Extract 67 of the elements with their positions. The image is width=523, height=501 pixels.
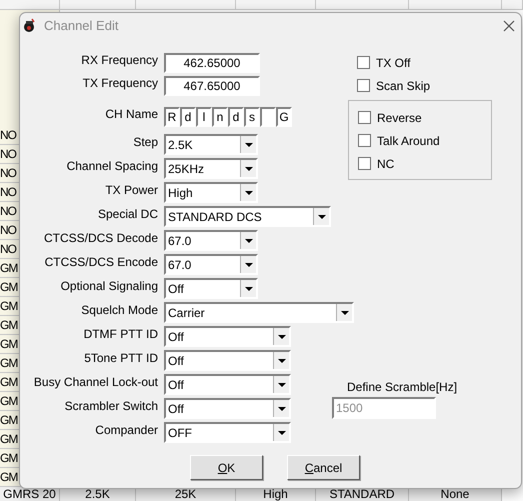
- dropdown-arrow-icon[interactable]: [244, 142, 252, 146]
- dropdown-arrow-icon[interactable]: [244, 238, 252, 242]
- dropdown[interactable]: Off: [164, 350, 291, 371]
- dropdown[interactable]: 25KHz: [164, 158, 258, 179]
- dropdown-arrow-icon[interactable]: [278, 430, 286, 434]
- checkbox-label: Scan Skip: [376, 78, 430, 94]
- character-field[interactable]: d: [228, 107, 244, 127]
- field-label: Step: [132, 134, 159, 151]
- dropdown-arrow-icon[interactable]: [278, 382, 286, 386]
- checkbox[interactable]: [357, 56, 370, 69]
- window-title: Channel Edit: [44, 16, 120, 35]
- dropdown[interactable]: 67.0: [164, 230, 258, 251]
- checkbox[interactable]: [358, 134, 371, 147]
- checkbox[interactable]: [358, 111, 371, 124]
- dropdown[interactable]: Off: [164, 374, 291, 395]
- dropdown-arrow-icon[interactable]: [244, 262, 252, 266]
- dropdown[interactable]: High: [164, 182, 258, 203]
- dropdown-arrow-icon[interactable]: [244, 286, 252, 290]
- dropdown[interactable]: Off: [164, 326, 291, 347]
- dropdown-arrow-icon[interactable]: [318, 214, 326, 218]
- character-field[interactable]: d: [180, 107, 196, 127]
- dropdown[interactable]: STANDARD DCS: [164, 206, 331, 227]
- dropdown-arrow-icon[interactable]: [244, 190, 252, 194]
- dropdown-arrow-icon[interactable]: [278, 358, 286, 362]
- dropdown-arrow-icon[interactable]: [278, 334, 286, 338]
- dropdown[interactable]: 67.0: [164, 254, 258, 275]
- character-field[interactable]: R: [164, 107, 180, 127]
- text-field[interactable]: 462.65000: [164, 53, 260, 73]
- character-field[interactable]: n: [212, 107, 228, 127]
- field-label: RX Frequency: [80, 52, 159, 69]
- field-label: Special DC: [96, 206, 159, 223]
- checkbox[interactable]: [358, 157, 371, 170]
- checkbox-label: NC: [377, 156, 394, 172]
- dropdown-arrow-icon[interactable]: [278, 406, 286, 410]
- field-label: Channel Spacing: [66, 158, 159, 175]
- field-label: DTMF PTT ID: [82, 326, 159, 343]
- field-label: Define Scramble[Hz]: [347, 379, 458, 396]
- field-label: TX Power: [104, 182, 159, 199]
- field-label: CH Name: [104, 106, 159, 123]
- checkbox[interactable]: [357, 79, 370, 92]
- close-icon[interactable]: [503, 20, 515, 32]
- checkbox-label: Reverse: [377, 110, 422, 126]
- checkbox-label: Talk Around: [377, 132, 440, 150]
- dropdown[interactable]: Carrier: [164, 302, 354, 323]
- app-icon: [23, 18, 35, 33]
- field-label: Scrambler Switch: [64, 398, 159, 415]
- character-field[interactable]: [260, 107, 276, 127]
- dialog-button[interactable]: Cancel: [287, 455, 360, 480]
- dropdown-arrow-icon[interactable]: [244, 166, 252, 170]
- table-cell: GMRS 20: [0, 487, 60, 501]
- dropdown-arrow-icon[interactable]: [340, 310, 348, 314]
- field-label: Optional Signaling: [60, 278, 159, 295]
- text-field: 1500: [332, 397, 436, 419]
- field-label: Squelch Mode: [80, 302, 159, 319]
- text-field[interactable]: 467.65000: [164, 76, 260, 96]
- character-field[interactable]: G: [276, 107, 292, 127]
- checkbox-label: TX Off: [376, 54, 410, 72]
- dialog-button[interactable]: OK: [190, 455, 263, 480]
- field-label: 5Tone PTT ID: [83, 350, 159, 367]
- dropdown[interactable]: 2.5K: [164, 134, 258, 155]
- dropdown[interactable]: Off: [164, 398, 291, 419]
- dropdown[interactable]: OFF: [164, 422, 291, 443]
- field-label: TX Frequency: [82, 75, 159, 92]
- dropdown[interactable]: Off: [164, 278, 258, 299]
- character-field[interactable]: s: [244, 107, 260, 127]
- field-label: Compander: [94, 422, 159, 439]
- character-field[interactable]: l: [196, 107, 212, 127]
